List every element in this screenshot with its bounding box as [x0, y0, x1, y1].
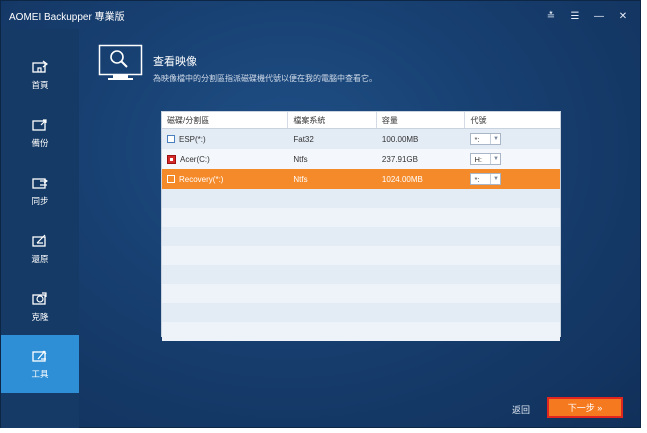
menu-icon[interactable]: ☰ [564, 8, 586, 24]
drive-letter-value: *: [474, 134, 480, 144]
partition-size: 237.91GB [381, 154, 418, 164]
partition-name: ESP(*:) [179, 134, 206, 144]
table-row[interactable]: ESP(*:) Fat32 100.00MB *: ▼ [162, 129, 560, 149]
backup-icon [32, 118, 48, 132]
sidebar-item-label: 克隆 [31, 311, 49, 322]
partition-name: Recovery(*:) [179, 174, 224, 184]
sidebar: 首頁 備份 同步 還原 克隆 工具 [1, 29, 79, 428]
pin-icon[interactable]: ≛ [540, 8, 562, 24]
empty-row [162, 246, 560, 265]
empty-row [162, 189, 560, 208]
drive-letter-select[interactable]: *: ▼ [470, 173, 502, 185]
app-window: AOMEI Backupper 專業版 ≛ ☰ — ✕ 首頁 備份 同步 還原 … [0, 0, 641, 428]
sidebar-item-sync[interactable]: 同步 [1, 162, 79, 220]
sidebar-item-tools[interactable]: 工具 [1, 335, 79, 393]
minimize-icon[interactable]: — [588, 8, 610, 24]
sync-icon [32, 176, 48, 190]
app-title: AOMEI Backupper 專業版 [9, 11, 125, 23]
sidebar-item-label: 同步 [31, 195, 49, 206]
chevron-down-icon[interactable]: ▼ [490, 154, 500, 164]
empty-row [162, 227, 560, 246]
partition-filesystem: Ntfs [293, 174, 308, 184]
back-button[interactable]: 返回 [512, 403, 530, 416]
empty-row [162, 265, 560, 284]
page-title: 查看映像 [153, 56, 197, 68]
sidebar-item-label: 工具 [31, 368, 49, 379]
partition-name: Acer(C:) [180, 154, 210, 164]
empty-row [162, 284, 560, 303]
sidebar-item-label: 還原 [31, 253, 49, 264]
sidebar-item-label: 首頁 [31, 79, 49, 90]
home-icon [32, 60, 48, 74]
table-row[interactable]: Acer(C:) Ntfs 237.91GB H: ▼ [162, 149, 560, 169]
page-description: 為映像檔中的分割區指派磁碟機代號以便在我的電腦中查看它。 [153, 74, 377, 83]
drive-letter-value: H: [474, 154, 482, 164]
partition-size: 1024.00MB [381, 174, 423, 184]
drive-letter-select[interactable]: *: ▼ [470, 133, 502, 145]
partition-filesystem: Ntfs [293, 154, 308, 164]
tools-icon [32, 349, 48, 363]
sidebar-item-restore[interactable]: 還原 [1, 220, 79, 278]
sidebar-item-clone[interactable]: 克隆 [1, 278, 79, 336]
restore-icon [32, 234, 48, 248]
close-icon[interactable]: ✕ [612, 8, 634, 24]
table-row[interactable]: Recovery(*:) Ntfs 1024.00MB *: ▼ [162, 169, 560, 189]
sidebar-item-backup[interactable]: 備份 [1, 104, 79, 162]
empty-row [162, 303, 560, 322]
window-controls: ≛ ☰ — ✕ [540, 8, 634, 24]
sidebar-item-label: 備份 [31, 137, 49, 148]
explore-image-icon [98, 44, 143, 84]
clone-icon [32, 291, 48, 306]
disk-icon [167, 154, 176, 164]
column-header-capacity[interactable]: 容量 [377, 112, 466, 128]
partition-size: 100.00MB [381, 134, 419, 144]
row-checkbox[interactable] [167, 175, 175, 183]
row-checkbox[interactable] [167, 135, 175, 143]
chevron-down-icon[interactable]: ▼ [490, 174, 500, 184]
column-header-filesystem[interactable]: 檔案系統 [288, 112, 377, 128]
drive-letter-value: *: [474, 174, 480, 184]
empty-row [162, 208, 560, 227]
next-button[interactable]: 下一步 » [547, 397, 623, 418]
column-header-partition[interactable]: 磁碟/分割區 [162, 112, 289, 128]
table-header: 磁碟/分割區 檔案系統 容量 代號 [162, 112, 560, 129]
column-header-letter[interactable]: 代號 [465, 112, 560, 128]
title-bar: AOMEI Backupper 專業版 ≛ ☰ — ✕ [1, 1, 640, 29]
chevron-down-icon[interactable]: ▼ [490, 134, 500, 144]
drive-letter-select[interactable]: H: ▼ [470, 153, 502, 165]
partition-filesystem: Fat32 [293, 134, 314, 144]
empty-row [162, 322, 560, 341]
sidebar-item-home[interactable]: 首頁 [1, 46, 79, 104]
partition-table: 磁碟/分割區 檔案系統 容量 代號 ESP(*:) Fat32 100.00MB… [161, 111, 561, 341]
